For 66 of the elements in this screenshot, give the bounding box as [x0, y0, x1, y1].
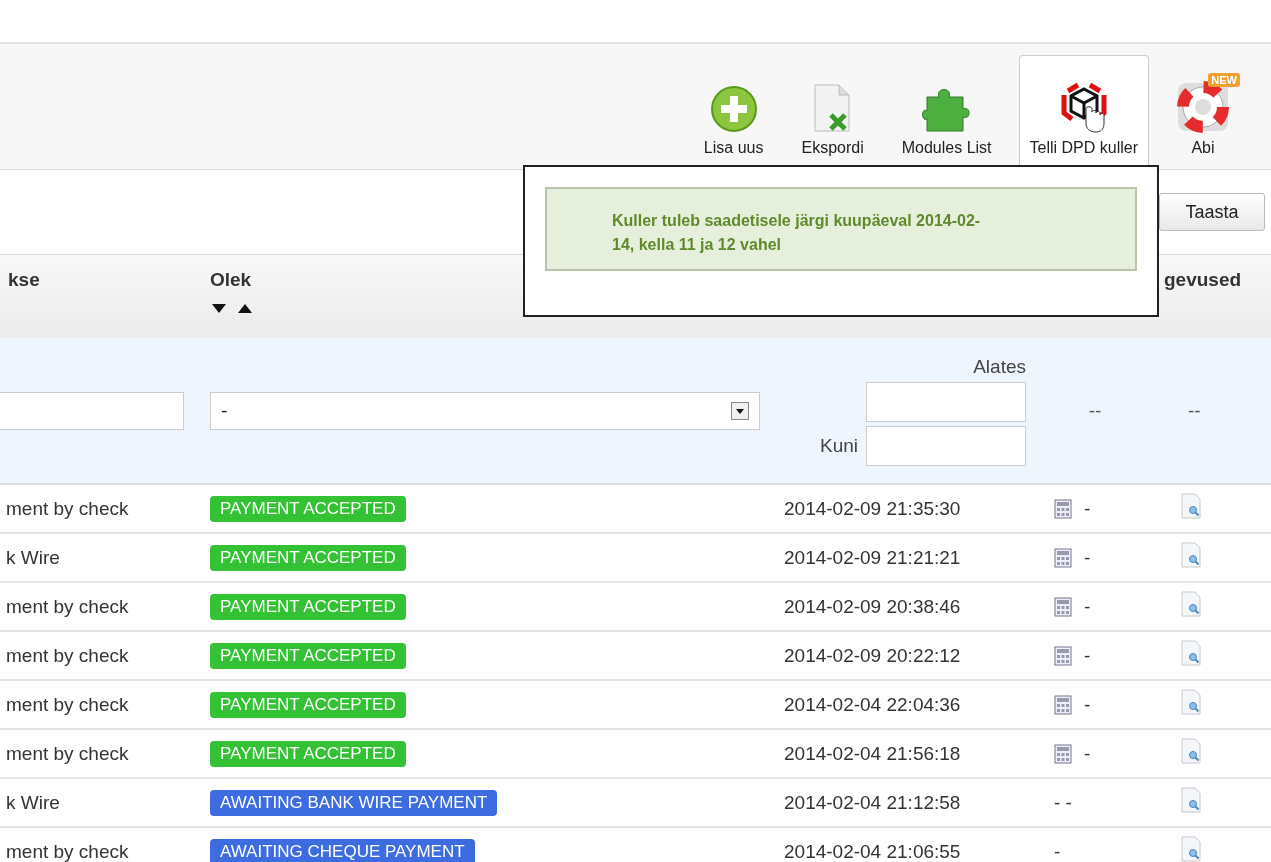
payment-cell: ment by check [6, 840, 129, 862]
calculator-icon[interactable] [1054, 596, 1072, 617]
delivery-cell: - [1084, 644, 1091, 667]
calculator-icon[interactable] [1054, 498, 1072, 519]
date-cell: 2014-02-04 22:04:36 [784, 693, 961, 715]
payment-cell: ment by check [6, 742, 129, 764]
date-cell: 2014-02-04 21:56:18 [784, 742, 961, 764]
empty-filter: -- [1188, 399, 1201, 421]
date-cell: 2014-02-09 21:35:30 [784, 497, 961, 519]
document-search-icon[interactable] [1180, 836, 1202, 862]
payment-cell: ment by check [6, 644, 129, 666]
date-cell: 2014-02-04 21:06:55 [784, 840, 961, 862]
column-header: gevused [1164, 269, 1242, 290]
status-label: PAYMENT ACCEPTED [210, 593, 406, 620]
delivery-cell: - [1084, 693, 1091, 716]
column-header: Olek [210, 269, 252, 290]
payment-cell: ment by check [6, 693, 129, 715]
payment-cell: ment by check [6, 497, 129, 519]
new-badge: NEW [1208, 73, 1240, 87]
status-label: PAYMENT ACCEPTED [210, 544, 406, 571]
dropdown-caret-icon [731, 401, 749, 420]
status-label: PAYMENT ACCEPTED [210, 495, 406, 522]
reset-button[interactable]: Taasta [1159, 193, 1265, 231]
plus-icon [709, 85, 758, 133]
calculator-icon[interactable] [1054, 645, 1072, 666]
delivery-cell: - [1054, 840, 1061, 862]
empty-filter: -- [1088, 399, 1102, 421]
status-select[interactable]: - [210, 391, 760, 430]
status-label: PAYMENT ACCEPTED [210, 740, 406, 767]
calculator-icon[interactable] [1054, 547, 1072, 568]
document-search-icon[interactable] [1180, 689, 1202, 715]
delivery-cell: - [1084, 546, 1091, 569]
date-to-field[interactable] [866, 425, 1026, 466]
delivery-cell: - [1084, 497, 1091, 520]
status-label: PAYMENT ACCEPTED [210, 691, 406, 718]
document-search-icon[interactable] [1180, 738, 1202, 764]
document-search-icon[interactable] [1180, 493, 1202, 519]
payment-cell: k Wire [6, 791, 60, 813]
document-search-icon[interactable] [1180, 542, 1202, 568]
document-search-icon[interactable] [1180, 591, 1202, 617]
date-cell: 2014-02-04 21:12:58 [784, 791, 961, 813]
status-label: AWAITING CHEQUE PAYMENT [210, 838, 475, 862]
delivery-cell: - - [1054, 791, 1072, 814]
document-search-icon[interactable] [1180, 787, 1202, 813]
date-cell: 2014-02-09 21:21:21 [784, 546, 961, 568]
date-cell: 2014-02-09 20:38:46 [784, 595, 961, 617]
payment-cell: ment by check [6, 595, 129, 617]
toolbar-button[interactable]: Ekspordi [790, 55, 875, 169]
document-search-icon[interactable] [1180, 640, 1202, 666]
toolbar-button[interactable]: NEW Abi [1165, 55, 1241, 169]
payment-cell: k Wire [6, 546, 60, 568]
date-from-field[interactable] [866, 381, 1026, 422]
text-filter-field[interactable] [0, 391, 184, 430]
toolbar-button[interactable]: Modules List [890, 55, 1003, 169]
to-label: Kuni [819, 434, 858, 457]
delivery-cell: - [1084, 595, 1091, 618]
success-message: Kuller tuleb saadetisele järgi kuupäeval 2014-02-14, kella 11 ja 12 vahel [545, 187, 1137, 271]
column-header: kse [8, 269, 40, 290]
date-cell: 2014-02-09 20:22:12 [784, 644, 961, 666]
status-label: PAYMENT ACCEPTED [210, 642, 406, 669]
status-label: AWAITING BANK WIRE PAYMENT [210, 789, 498, 816]
calculator-icon[interactable] [1054, 694, 1072, 715]
delivery-cell: - [1084, 742, 1091, 765]
calculator-icon[interactable] [1054, 743, 1072, 764]
from-label: Alates [973, 355, 1026, 378]
sort-arrows-icon[interactable] [210, 302, 254, 314]
